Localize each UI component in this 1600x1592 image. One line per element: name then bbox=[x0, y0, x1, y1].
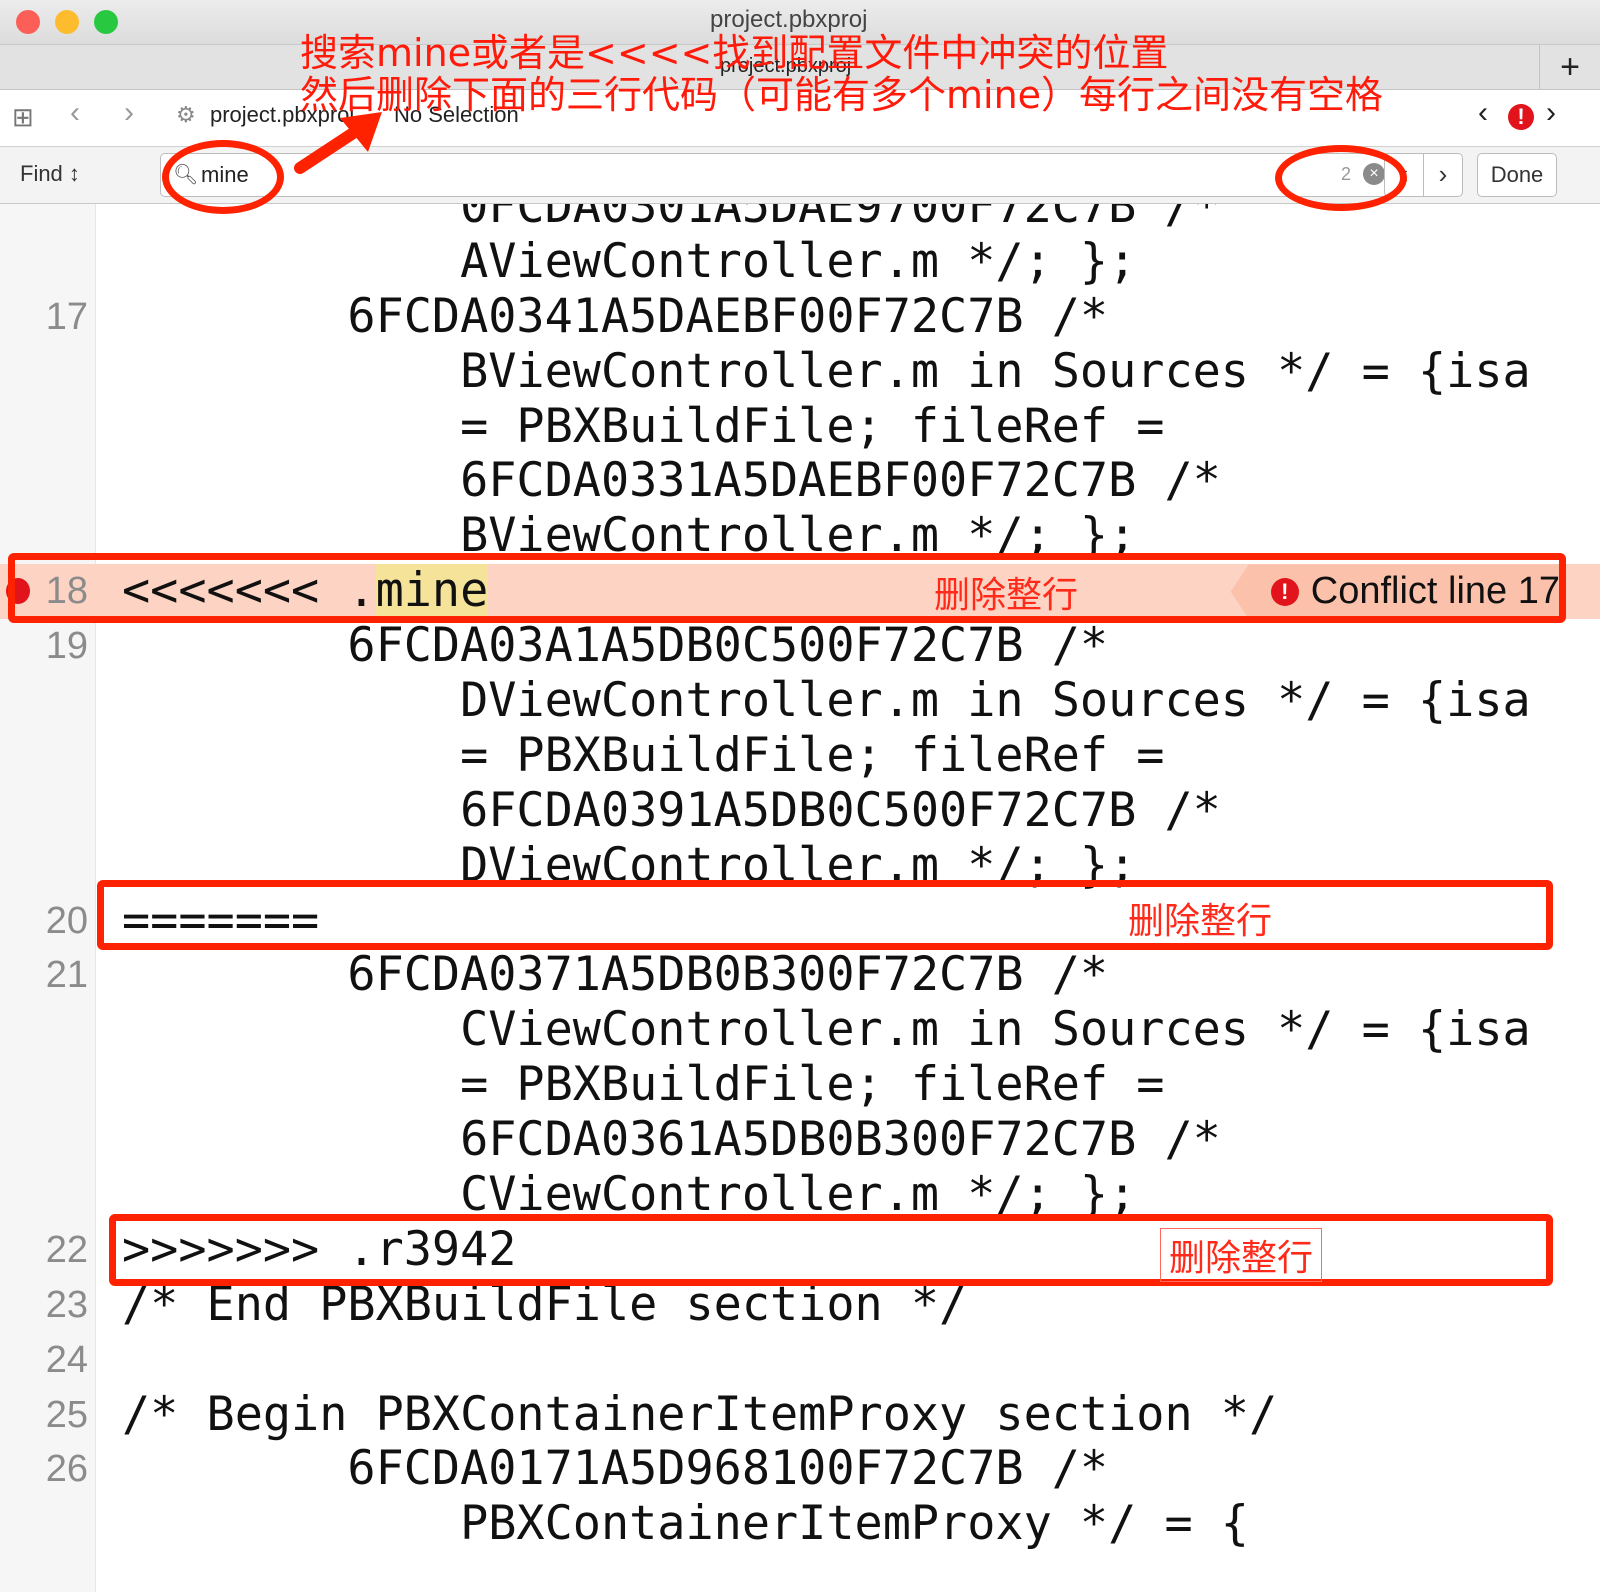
line-number: 25 bbox=[45, 1393, 88, 1436]
code-line[interactable]: = PBXBuildFile; fileRef = bbox=[0, 1058, 1600, 1113]
code-line[interactable]: PBXContainerItemProxy */ = { bbox=[0, 1497, 1600, 1552]
code-segment: /* Begin PBXContainerItemProxy section *… bbox=[122, 1387, 1278, 1442]
code-line[interactable]: 6FCDA0331A5DAEBF00F72C7B /* bbox=[0, 454, 1600, 509]
code-text: PBXContainerItemProxy */ = { bbox=[122, 1497, 1249, 1552]
code-segment: AViewController.m */; }; bbox=[122, 234, 1137, 289]
code-segment: 6FCDA0331A5DAEBF00F72C7B /* bbox=[122, 454, 1221, 509]
line-number: 17 bbox=[45, 295, 88, 338]
find-mode-select[interactable]: Find ↕ bbox=[20, 161, 80, 187]
code-text: 6FCDA0341A5DAEBF00F72C7B /* bbox=[122, 290, 1108, 345]
zoom-window-button[interactable] bbox=[94, 10, 118, 34]
previous-issue-button[interactable]: ‹ bbox=[1478, 96, 1488, 130]
code-line[interactable]: = PBXBuildFile; fileRef = bbox=[0, 729, 1600, 784]
code-text: DViewController.m in Sources */ = {isa bbox=[122, 674, 1531, 729]
code-segment: 6FCDA0341A5DAEBF00F72C7B /* bbox=[122, 289, 1109, 344]
code-lines: 0FCDA0301A5DAE9700F72C7B /* AViewControl… bbox=[0, 204, 1600, 1552]
code-segment: PBXContainerItemProxy */ = { bbox=[122, 1497, 1249, 1552]
code-segment: = PBXBuildFile; fileRef = bbox=[122, 399, 1165, 454]
code-text: = PBXBuildFile; fileRef = bbox=[122, 729, 1164, 784]
code-line[interactable]: 23 /* End PBXBuildFile section */ bbox=[0, 1278, 1600, 1333]
error-icon[interactable]: ! bbox=[1508, 104, 1534, 130]
code-line[interactable]: 25 /* Begin PBXContainerItemProxy section… bbox=[0, 1388, 1600, 1443]
code-text: 6FCDA0371A5DB0B300F72C7B /* bbox=[122, 948, 1108, 1003]
annotation-delete-line-22: 删除整行 bbox=[1160, 1228, 1323, 1282]
code-line[interactable]: 21 6FCDA0371A5DB0B300F72C7B /* bbox=[0, 948, 1600, 1003]
code-segment: DViewController.m in Sources */ = {isa bbox=[122, 674, 1531, 729]
code-text: 6FCDA0361A5DB0B300F72C7B /* bbox=[122, 1113, 1221, 1168]
code-line[interactable]: = PBXBuildFile; fileRef = bbox=[0, 400, 1600, 455]
code-segment: 6FCDA0371A5DB0B300F72C7B /* bbox=[122, 948, 1109, 1003]
minimize-window-button[interactable] bbox=[55, 10, 79, 34]
window-title: project.pbxproj bbox=[710, 6, 868, 33]
code-segment: BViewController.m in Sources */ = {isa bbox=[122, 344, 1531, 399]
code-line[interactable]: CViewController.m in Sources */ = {isa bbox=[0, 1003, 1600, 1058]
line-number: 23 bbox=[45, 1283, 88, 1326]
code-text: = PBXBuildFile; fileRef = bbox=[122, 400, 1164, 455]
code-text: BViewController.m in Sources */ = {isa bbox=[122, 345, 1531, 400]
annotation-delete-line-18: 删除整行 bbox=[934, 575, 1079, 616]
line-number: 19 bbox=[45, 625, 88, 668]
line-number: 20 bbox=[45, 899, 88, 942]
annotation-box-line-22 bbox=[109, 1214, 1553, 1286]
code-line[interactable]: DViewController.m in Sources */ = {isa bbox=[0, 674, 1600, 729]
code-line[interactable]: 6FCDA0391A5DB0C500F72C7B /* bbox=[0, 784, 1600, 839]
next-issue-button[interactable]: › bbox=[1546, 96, 1556, 130]
code-segment: 6FCDA0391A5DB0C500F72C7B /* bbox=[122, 783, 1221, 838]
code-text: 6FCDA0331A5DAEBF00F72C7B /* bbox=[122, 454, 1221, 509]
code-text: = PBXBuildFile; fileRef = bbox=[122, 1058, 1164, 1113]
code-line[interactable]: 17 6FCDA0341A5DAEBF00F72C7B /* bbox=[0, 290, 1600, 345]
code-segment: 0FCDA0301A5DAE9700F72C7B /* bbox=[122, 204, 1221, 234]
back-button[interactable]: ‹ bbox=[70, 96, 80, 130]
file-gear-icon: ⚙ bbox=[176, 102, 196, 127]
code-segment: = PBXBuildFile; fileRef = bbox=[122, 1058, 1165, 1113]
code-segment: 6FCDA03A1A5DB0C500F72C7B /* bbox=[122, 619, 1109, 674]
code-line[interactable]: BViewController.m in Sources */ = {isa bbox=[0, 345, 1600, 400]
code-segment: 6FCDA0361A5DB0B300F72C7B /* bbox=[122, 1113, 1221, 1168]
new-tab-button[interactable]: + bbox=[1539, 45, 1600, 89]
code-text: /* Begin PBXContainerItemProxy section *… bbox=[122, 1388, 1277, 1443]
line-number: 22 bbox=[45, 1228, 88, 1271]
code-segment: 6FCDA0171A5D968100F72C7B /* bbox=[122, 1442, 1109, 1497]
code-text: AViewController.m */; }; bbox=[122, 235, 1136, 290]
annotation-delete-line-20: 删除整行 bbox=[1128, 901, 1273, 942]
related-items-icon[interactable]: ⊞ bbox=[12, 102, 34, 133]
annotation-arrow bbox=[294, 112, 382, 174]
code-text: CViewController.m in Sources */ = {isa bbox=[122, 1003, 1531, 1058]
line-number: 21 bbox=[45, 954, 88, 997]
annotation-circle-count bbox=[1275, 145, 1407, 211]
code-line[interactable]: 24 bbox=[0, 1333, 1600, 1388]
line-number: 24 bbox=[45, 1338, 88, 1381]
code-line[interactable]: 6FCDA0361A5DB0B300F72C7B /* bbox=[0, 1113, 1600, 1168]
code-text: 0FCDA0301A5DAE9700F72C7B /* bbox=[122, 204, 1221, 235]
annotation-box-line-18 bbox=[8, 553, 1566, 623]
forward-button[interactable]: › bbox=[124, 96, 134, 130]
done-button[interactable]: Done bbox=[1477, 153, 1557, 197]
code-line[interactable]: 19 6FCDA03A1A5DB0C500F72C7B /* bbox=[0, 619, 1600, 674]
annotation-instruction-2: 然后删除下面的三行代码（可能有多个mine）每行之间没有空格 bbox=[300, 73, 1384, 117]
annotation-box-line-20 bbox=[97, 880, 1553, 950]
code-text: /* End PBXBuildFile section */ bbox=[122, 1278, 967, 1333]
code-text: 6FCDA0391A5DB0C500F72C7B /* bbox=[122, 784, 1221, 839]
annotation-instruction-1: 搜索mine或者是<<<<找到配置文件中冲突的位置 bbox=[300, 31, 1169, 75]
code-text: 6FCDA0171A5D968100F72C7B /* bbox=[122, 1442, 1108, 1497]
code-line[interactable]: AViewController.m */; }; bbox=[0, 235, 1600, 290]
code-line[interactable]: 26 6FCDA0171A5D968100F72C7B /* bbox=[0, 1442, 1600, 1497]
find-next-button[interactable]: › bbox=[1423, 153, 1463, 197]
code-segment: CViewController.m in Sources */ = {isa bbox=[122, 1003, 1531, 1058]
close-window-button[interactable] bbox=[16, 10, 40, 34]
line-number: 26 bbox=[45, 1448, 88, 1491]
code-segment: = PBXBuildFile; fileRef = bbox=[122, 728, 1165, 783]
code-text: 6FCDA03A1A5DB0C500F72C7B /* bbox=[122, 619, 1108, 674]
annotation-circle-query bbox=[162, 140, 284, 214]
